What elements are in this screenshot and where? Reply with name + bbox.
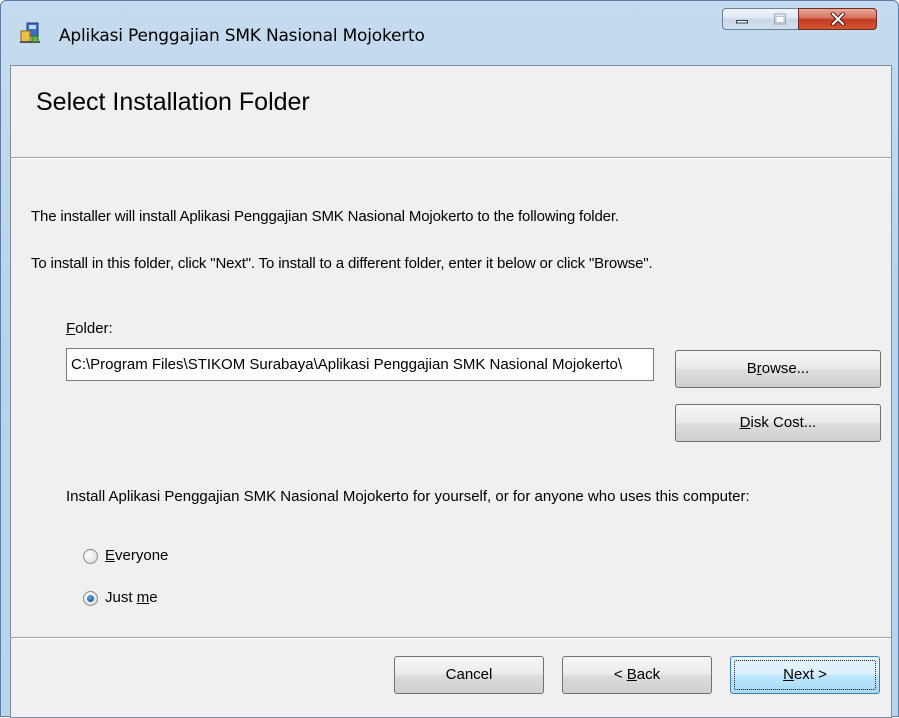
focus-rectangle bbox=[734, 660, 876, 690]
install-scope-question: Install Aplikasi Penggajian SMK Nasional… bbox=[66, 488, 750, 505]
intro-text-2: To install in this folder, click "Next".… bbox=[31, 255, 653, 272]
intro-text-1: The installer will install Aplikasi Peng… bbox=[31, 208, 619, 225]
close-icon bbox=[830, 12, 845, 26]
title-bar[interactable]: Aplikasi Penggajian SMK Nasional Mojoker… bbox=[1, 1, 899, 65]
radio-selected-dot bbox=[87, 595, 94, 602]
everyone-mnemonic: E bbox=[105, 547, 116, 564]
page-title: Select Installation Folder bbox=[36, 88, 310, 116]
folder-path-input[interactable] bbox=[66, 348, 654, 381]
minimize-button[interactable] bbox=[722, 8, 762, 30]
dialog-client-area: Select Installation Folder The installer… bbox=[10, 65, 892, 718]
browse-button[interactable]: Browse... bbox=[675, 350, 881, 388]
footer-divider bbox=[11, 637, 891, 639]
everyone-label-text: veryone bbox=[115, 547, 169, 564]
installer-window: Aplikasi Penggajian SMK Nasional Mojoker… bbox=[0, 0, 899, 718]
folder-label-mnemonic: F bbox=[66, 320, 76, 337]
everyone-label[interactable]: Everyone bbox=[105, 547, 168, 564]
back-label-start: < bbox=[613, 666, 627, 683]
maximize-icon bbox=[773, 13, 786, 25]
disk-cost-button[interactable]: Disk Cost... bbox=[675, 404, 881, 442]
everyone-radio[interactable] bbox=[83, 549, 98, 564]
just-me-radio[interactable] bbox=[83, 591, 98, 606]
close-button[interactable] bbox=[798, 8, 877, 30]
back-button[interactable]: < Back bbox=[562, 656, 712, 694]
browse-label-start: B bbox=[746, 360, 757, 377]
just-me-label-start: Just bbox=[105, 589, 137, 606]
cancel-button[interactable]: Cancel bbox=[394, 656, 544, 694]
folder-label-text: older: bbox=[75, 320, 113, 337]
just-me-label[interactable]: Just me bbox=[105, 589, 158, 606]
window-title: Aplikasi Penggajian SMK Nasional Mojoker… bbox=[59, 26, 425, 46]
just-me-mnemonic: m bbox=[136, 589, 150, 606]
browse-label-end: owse... bbox=[761, 360, 810, 377]
disk-cost-label: isk Cost... bbox=[750, 414, 817, 431]
back-label-end: ack bbox=[636, 666, 661, 683]
minimize-icon bbox=[736, 20, 748, 24]
header-banner: Select Installation Folder bbox=[11, 66, 891, 156]
installer-app-icon bbox=[18, 21, 42, 45]
disk-cost-mnemonic: D bbox=[739, 414, 751, 431]
folder-label: Folder: bbox=[66, 320, 113, 337]
header-divider bbox=[11, 157, 891, 159]
maximize-button[interactable] bbox=[761, 8, 799, 30]
just-me-label-end: e bbox=[149, 589, 158, 606]
back-mnemonic: B bbox=[626, 666, 637, 683]
next-button[interactable]: Next > bbox=[730, 656, 880, 694]
